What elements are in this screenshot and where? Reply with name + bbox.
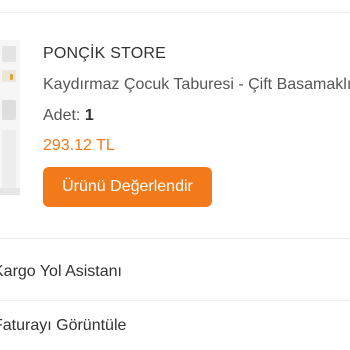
- menu-item-view-invoice[interactable]: Faturayı Görüntüle: [0, 317, 126, 335]
- order-detail-page: PONÇİK STORE Kaydırmaz Çocuk Taburesi - …: [0, 0, 350, 350]
- thumbnail-shadow: [0, 188, 20, 195]
- product-name[interactable]: Kaydırmaz Çocuk Taburesi - Çift Basamakl…: [43, 76, 350, 94]
- thumbnail-part: [2, 100, 16, 120]
- thumbnail-part: [2, 70, 16, 82]
- store-name[interactable]: PONÇİK STORE: [43, 45, 166, 63]
- top-divider: [0, 12, 350, 13]
- thumbnail-accent: [10, 74, 13, 80]
- thumbnail-part: [2, 130, 16, 190]
- quantity-label: Adet:: [43, 107, 81, 124]
- review-product-button[interactable]: Ürünü Değerlendir: [43, 167, 212, 207]
- menu-item-cargo-assistant[interactable]: Kargo Yol Asistanı: [0, 263, 122, 281]
- section-divider: [0, 300, 350, 301]
- product-thumbnail[interactable]: [0, 40, 20, 195]
- quantity-value: 1: [84, 107, 94, 124]
- quantity: Adet: 1: [43, 107, 94, 125]
- thumbnail-part: [2, 46, 16, 62]
- section-divider: [0, 238, 350, 239]
- price: 293.12 TL: [43, 137, 115, 154]
